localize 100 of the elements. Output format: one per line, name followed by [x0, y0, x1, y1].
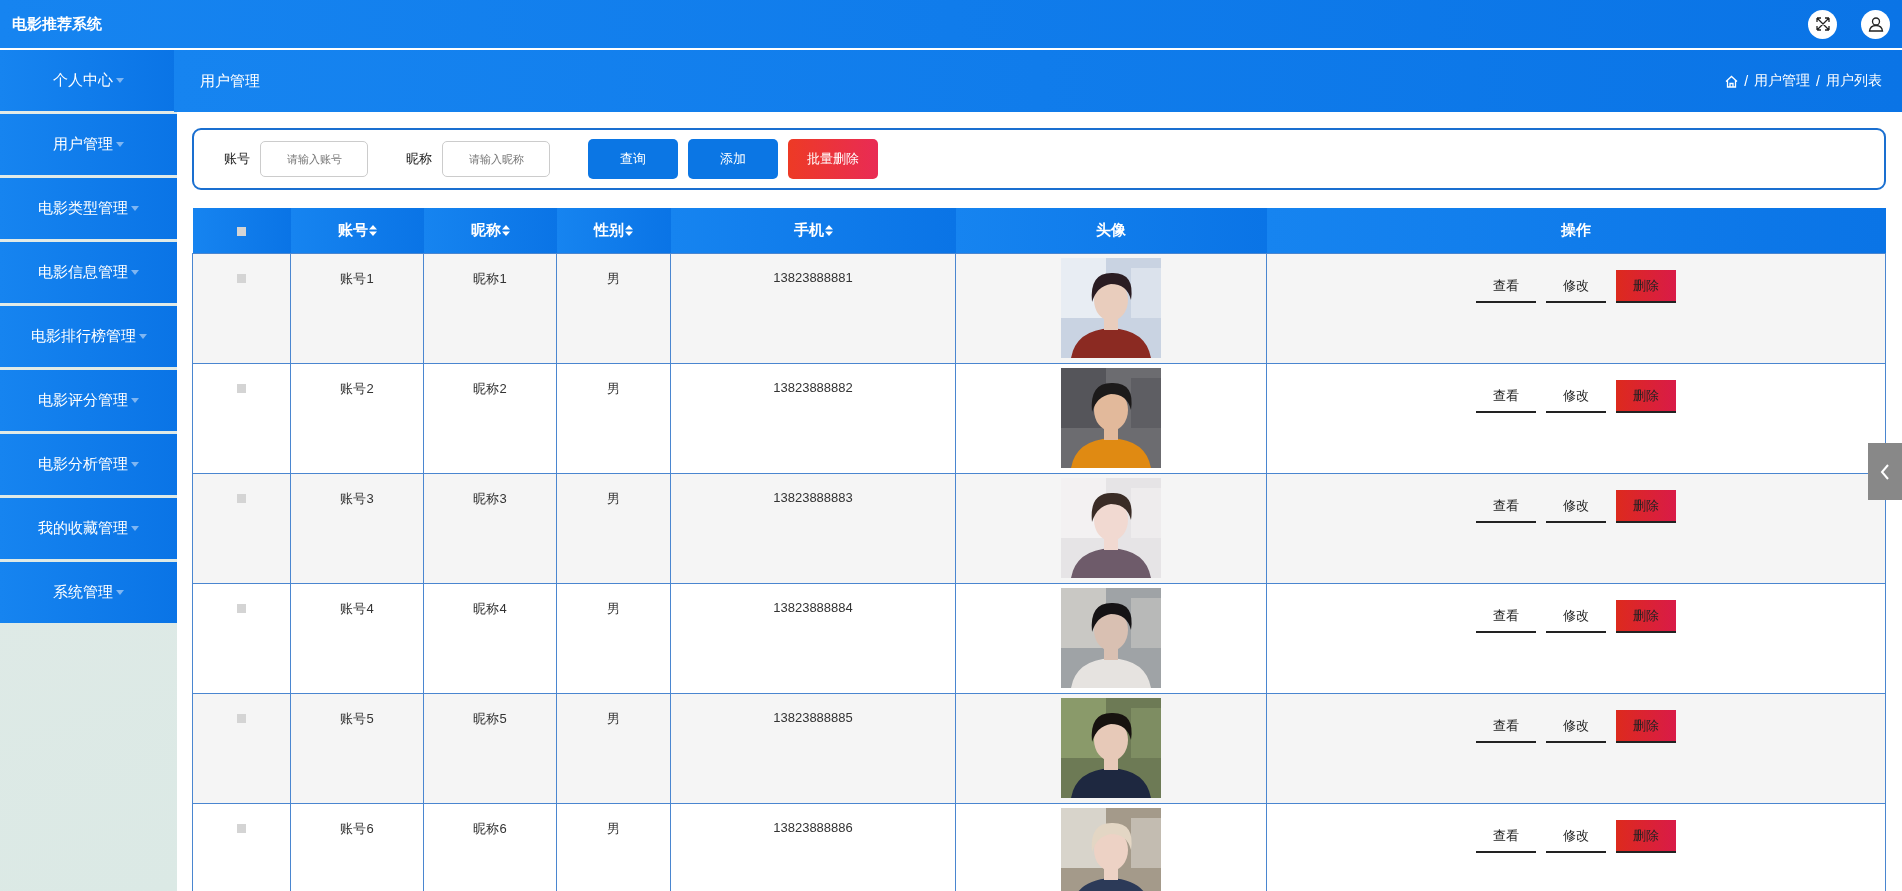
delete-button[interactable]: 删除	[1616, 380, 1676, 413]
caret-icon	[131, 398, 139, 403]
table-cell: 账号3	[340, 491, 374, 506]
sidebar-item-label: 我的收藏管理	[38, 519, 128, 538]
column-header: 性别	[594, 221, 624, 240]
select-all-checkbox[interactable]	[237, 227, 246, 236]
row-checkbox[interactable]	[237, 604, 246, 613]
action-button[interactable]: 修改	[1546, 600, 1606, 633]
table-cell: 13823888882	[773, 380, 853, 395]
table-cell: 昵称2	[473, 381, 507, 396]
table-cell: 昵称6	[473, 821, 507, 836]
table-cell: 13823888881	[773, 270, 853, 285]
table-cell: 账号6	[340, 821, 374, 836]
sort-icon[interactable]	[368, 225, 377, 236]
sidebar-item[interactable]: 电影类型管理	[0, 178, 177, 239]
column-header: 账号	[337, 221, 368, 240]
breadcrumb-item[interactable]: 用户管理	[1754, 72, 1811, 90]
sidebar-item-label: 用户管理	[53, 135, 113, 154]
column-header: 手机	[793, 221, 824, 240]
table-cell: 男	[607, 271, 620, 286]
sidebar-item[interactable]: 个人中心	[0, 50, 177, 111]
action-button[interactable]: 修改	[1546, 820, 1606, 853]
chevron-left-icon	[1880, 462, 1890, 481]
caret-icon	[116, 590, 124, 595]
column-header: 昵称	[470, 221, 501, 240]
table-cell: 男	[607, 381, 620, 396]
collapse-tab[interactable]	[1868, 443, 1902, 500]
sidebar-item[interactable]: 电影信息管理	[0, 242, 177, 303]
sidebar-item[interactable]: 系统管理	[0, 562, 177, 623]
row-checkbox[interactable]	[237, 384, 246, 393]
table-cell: 账号5	[340, 711, 374, 726]
table-cell: 男	[607, 491, 620, 506]
caret-icon	[131, 462, 139, 467]
column-header: 操作	[1561, 221, 1591, 240]
table-cell: 昵称1	[473, 271, 507, 286]
search-field[interactable]: 请输入账号	[260, 141, 368, 177]
sidebar-item-label: 电影类型管理	[38, 199, 128, 218]
sidebar-item-label: 电影排行榜管理	[30, 327, 136, 346]
delete-button[interactable]: 删除	[1616, 820, 1676, 853]
user-button[interactable]	[1861, 9, 1890, 39]
action-button[interactable]: 查看	[1476, 490, 1536, 523]
sidebar-item[interactable]: 电影排行榜管理	[0, 306, 177, 367]
table-cell: 账号1	[340, 271, 374, 286]
breadcrumb-separator: /	[1744, 73, 1749, 89]
sidebar-item[interactable]: 用户管理	[0, 114, 177, 175]
breadcrumb-item[interactable]: 用户列表	[1826, 72, 1882, 90]
row-checkbox[interactable]	[237, 824, 246, 833]
action-button[interactable]: 查看	[1476, 380, 1536, 413]
sidebar-item-label: 电影信息管理	[38, 263, 128, 282]
row-checkbox[interactable]	[237, 714, 246, 723]
action-button[interactable]: 查看	[1476, 820, 1536, 853]
sidebar-item[interactable]: 我的收藏管理	[0, 498, 177, 559]
table-cell: 昵称5	[473, 711, 507, 726]
fullscreen-button[interactable]	[1808, 9, 1837, 39]
action-button[interactable]: 查看	[1476, 600, 1536, 633]
sort-icon[interactable]	[501, 225, 510, 236]
row-checkbox[interactable]	[237, 494, 246, 503]
sort-icon[interactable]	[625, 225, 633, 236]
sidebar-item-label: 电影评分管理	[38, 391, 128, 410]
action-button[interactable]: 修改	[1546, 380, 1606, 413]
search-button[interactable]: 查询	[588, 139, 678, 179]
delete-button[interactable]: 删除	[1616, 490, 1676, 523]
action-button[interactable]: 修改	[1546, 490, 1606, 523]
search-field[interactable]: 请输入昵称	[442, 141, 550, 177]
table-cell: 昵称4	[473, 601, 507, 616]
field-label: 账号	[224, 150, 250, 168]
home-icon[interactable]	[1725, 74, 1739, 88]
sidebar-item-label: 系统管理	[53, 583, 113, 602]
search-button[interactable]: 添加	[688, 139, 778, 179]
batch-delete-button[interactable]: 批量删除	[788, 139, 878, 179]
sidebar-item[interactable]: 电影分析管理	[0, 434, 177, 495]
table-cell: 13823888885	[773, 710, 853, 725]
table-cell: 男	[607, 601, 620, 616]
sidebar-item-label: 电影分析管理	[38, 455, 128, 474]
table-cell: 13823888884	[773, 600, 853, 615]
user-icon	[1867, 16, 1884, 32]
page-title: 用户管理	[200, 71, 261, 91]
caret-icon	[131, 526, 139, 531]
expand-arrows-icon	[1814, 16, 1831, 32]
caret-icon	[131, 270, 139, 275]
field-label: 昵称	[406, 150, 432, 168]
action-button[interactable]: 查看	[1476, 270, 1536, 303]
caret-icon	[138, 334, 147, 339]
delete-button[interactable]: 删除	[1616, 710, 1676, 743]
table-cell: 男	[607, 821, 620, 836]
delete-button[interactable]: 删除	[1616, 270, 1676, 303]
sidebar-item[interactable]: 电影评分管理	[0, 370, 177, 431]
sort-icon[interactable]	[824, 225, 833, 236]
caret-icon	[116, 142, 124, 147]
action-button[interactable]: 查看	[1476, 710, 1536, 743]
action-button[interactable]: 修改	[1546, 710, 1606, 743]
action-button[interactable]: 修改	[1546, 270, 1606, 303]
caret-icon	[116, 78, 124, 83]
delete-button[interactable]: 删除	[1616, 600, 1676, 633]
table-cell: 13823888886	[773, 820, 853, 835]
sidebar-item-label: 个人中心	[53, 71, 113, 90]
table-cell: 昵称3	[473, 491, 507, 506]
table-cell: 男	[607, 711, 620, 726]
row-checkbox[interactable]	[237, 274, 246, 283]
caret-icon	[131, 206, 139, 211]
